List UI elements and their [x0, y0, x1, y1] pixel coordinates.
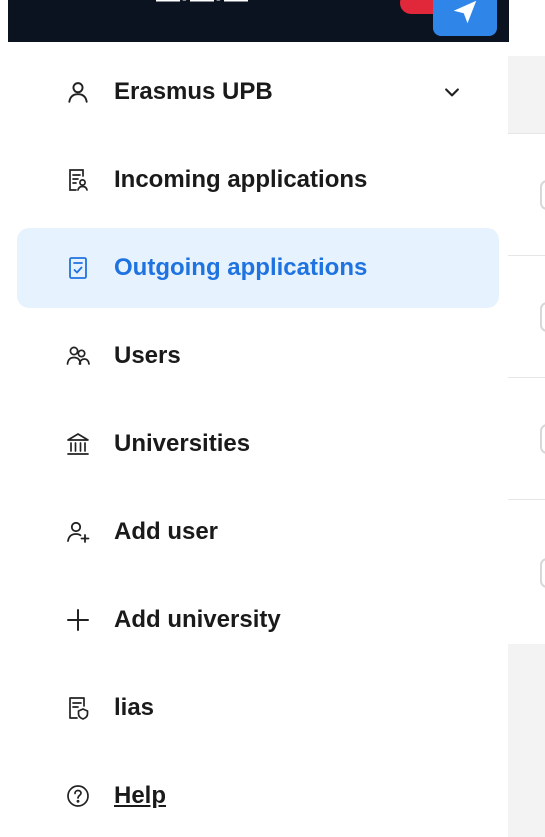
plus-icon: [65, 607, 91, 633]
menu-item-label: Add university: [114, 606, 281, 633]
menu-item-label: Outgoing applications: [114, 254, 368, 281]
university-icon: [65, 431, 91, 457]
menu-item-users[interactable]: Users: [17, 316, 499, 396]
menu-item-label: Incoming applications: [114, 166, 368, 193]
background-row: [508, 133, 545, 255]
help-icon: [65, 783, 91, 809]
send-button[interactable]: [433, 0, 497, 36]
incoming-applications-icon: [65, 167, 91, 193]
menu-item-add-university[interactable]: Add university: [17, 580, 499, 660]
add-user-icon: [65, 519, 91, 545]
menu-item-add-user[interactable]: Add user: [17, 492, 499, 572]
help-link[interactable]: Help: [114, 782, 166, 810]
document-shield-icon: [65, 695, 91, 721]
users-icon: [65, 343, 91, 369]
user-icon: [65, 79, 91, 105]
account-menu-toggle[interactable]: Erasmus UPB: [17, 52, 499, 132]
menu-item-label: lias: [114, 694, 155, 721]
menu-item-label: Users: [114, 342, 181, 369]
background-row: [508, 255, 545, 377]
background-row: [508, 499, 545, 644]
navigation-menu: Erasmus UPB Incoming applications Outgoi…: [0, 42, 508, 837]
menu-item-lias[interactable]: lias: [17, 668, 499, 748]
menu-item-outgoing-applications[interactable]: Outgoing applications: [17, 228, 499, 308]
chevron-down-icon[interactable]: [441, 81, 463, 103]
account-name: Erasmus UPB: [114, 78, 273, 105]
menu-item-universities[interactable]: Universities: [17, 404, 499, 484]
menu-item-help[interactable]: Help: [17, 756, 499, 836]
menu-item-label: Universities: [114, 430, 251, 457]
app-logo: —·—·—: [156, 0, 249, 14]
background-page: [508, 0, 545, 837]
background-header: [508, 0, 545, 56]
menu-item-label: Add user: [114, 518, 219, 545]
send-icon: [453, 0, 477, 24]
app-top-bar: —·—·—: [8, 0, 509, 42]
menu-item-incoming-applications[interactable]: Incoming applications: [17, 140, 499, 220]
background-row: [508, 377, 545, 499]
outgoing-applications-icon: [65, 255, 91, 281]
